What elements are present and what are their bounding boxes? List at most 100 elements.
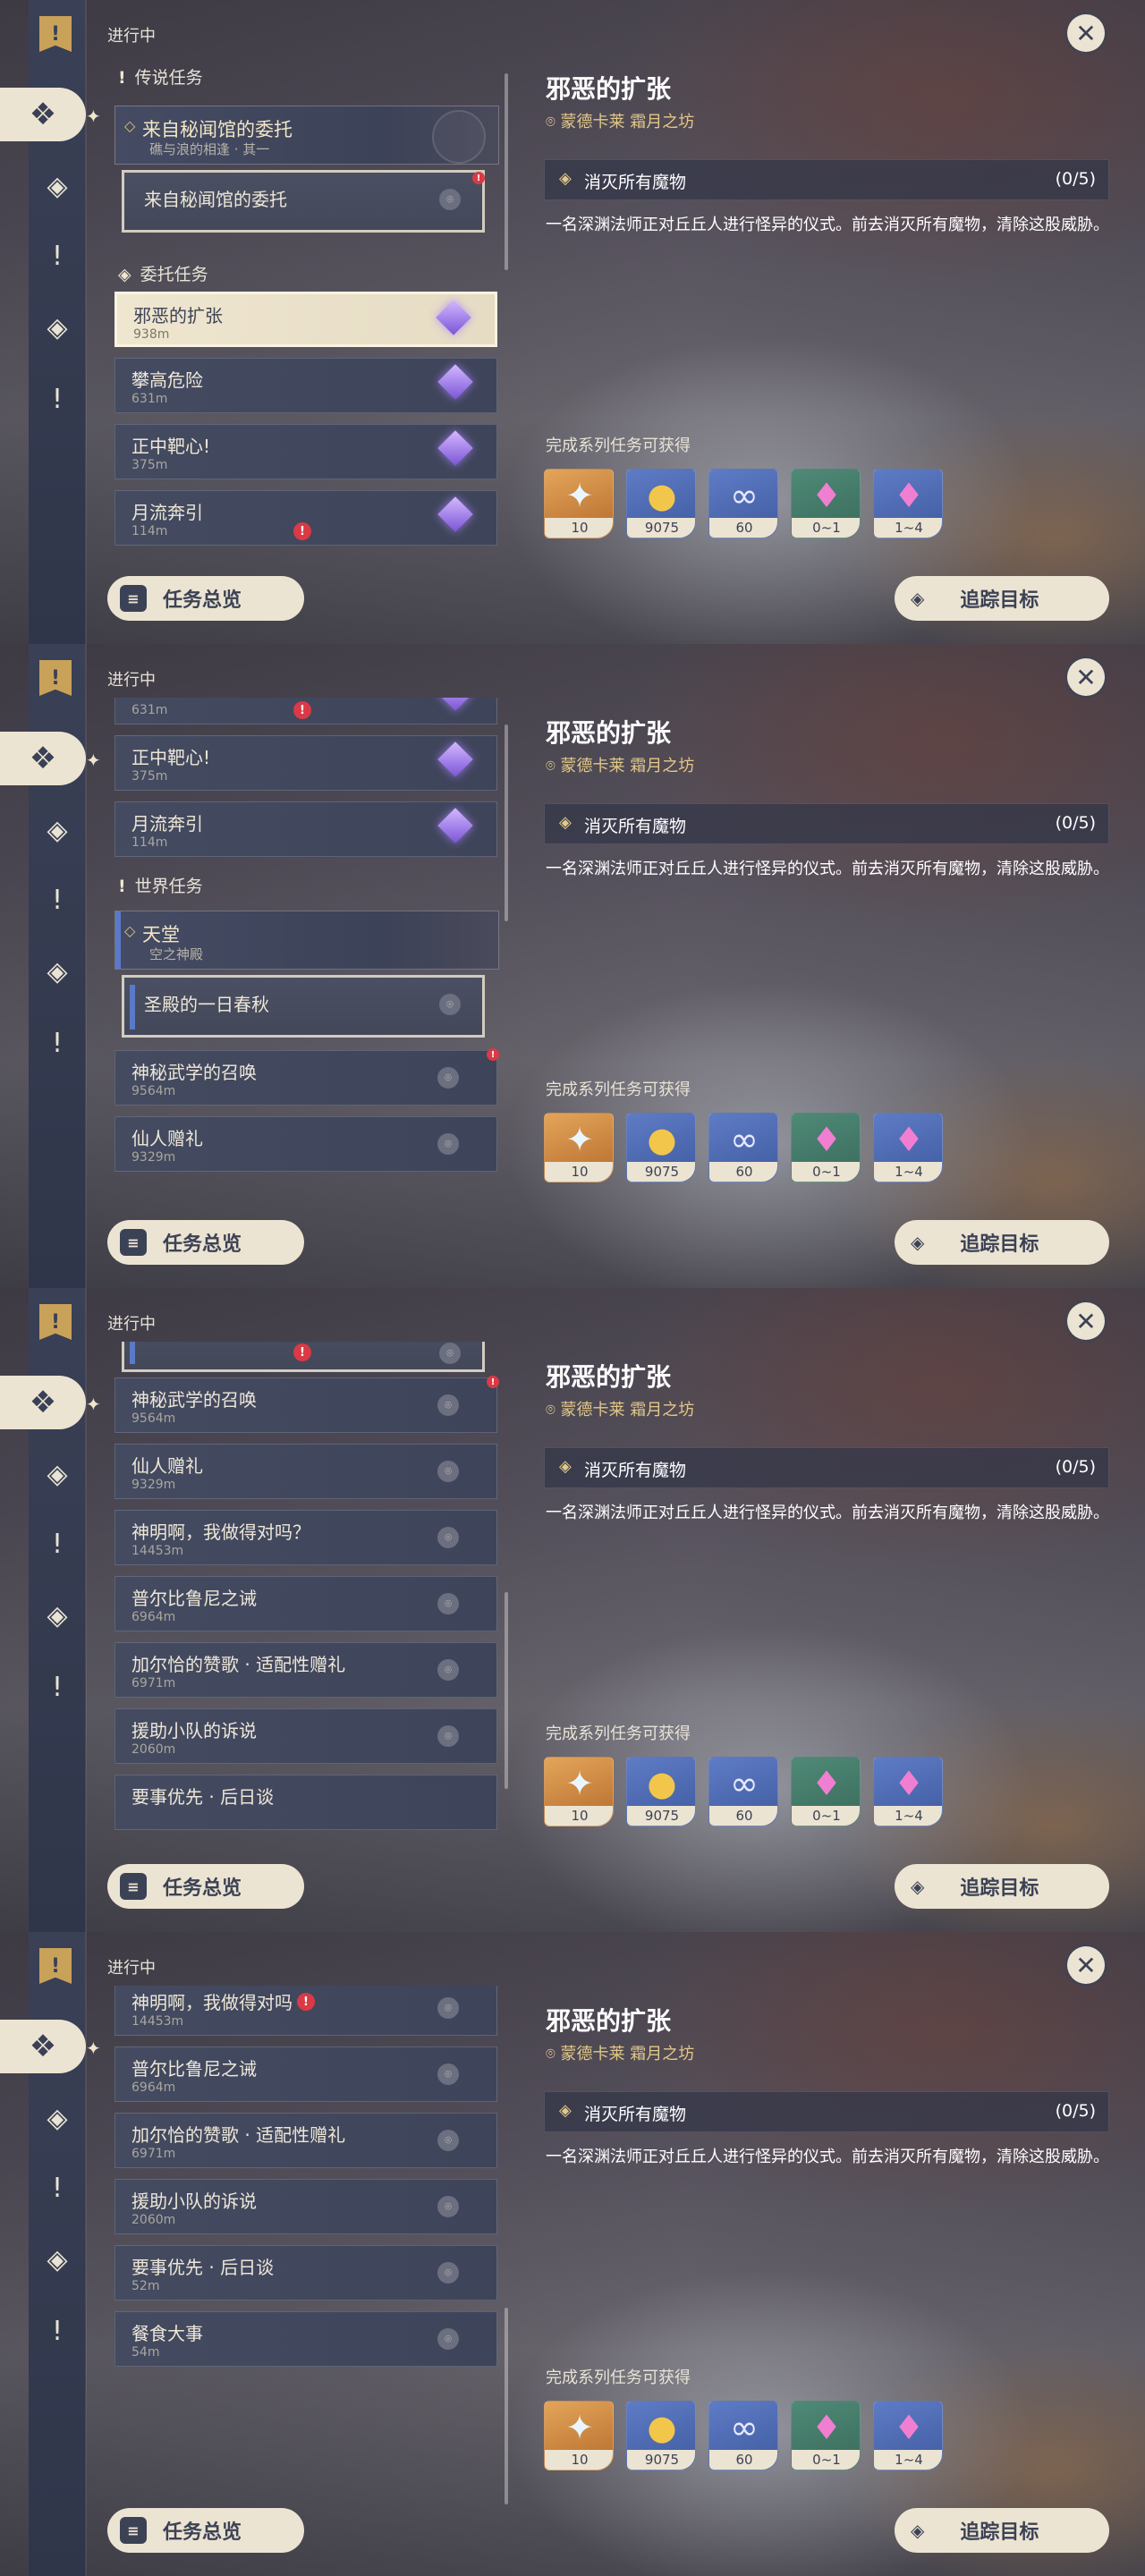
commission-diamond-icon [437, 496, 473, 532]
quest-overview-button[interactable]: ≡ 任务总览 [107, 576, 304, 621]
commission-quest-icon[interactable]: ◈ [38, 308, 77, 347]
world-quest-icon[interactable]: ! [38, 379, 77, 419]
quest-overview-button[interactable]: ≡ 任务总览 [107, 1864, 304, 1909]
quest-card[interactable]: 普尔比鲁尼之诫 6964m ⌾ [114, 1576, 497, 1631]
legend-quest-icon[interactable]: ! [38, 880, 77, 919]
quest-card[interactable]: 加尔恰的赞歌 · 适配性赠礼 6971m ⌾ [114, 2113, 497, 2168]
reward-primogem[interactable]: ✦ 10 [544, 469, 614, 538]
world-sub-quest[interactable]: 圣殿的一日春秋 ⌾ [122, 975, 485, 1038]
primogem-icon: ✦ [565, 476, 594, 515]
all-quests-icon[interactable]: ❖ [0, 732, 86, 785]
quest-card[interactable]: 仙人赠礼 9329m ⌾ [114, 1116, 497, 1172]
legend-sub-quest[interactable]: 来自秘闻馆的委托 ⌾ [122, 170, 485, 233]
quest-list[interactable]: ⌾ ! 神秘武学的召唤 9564m ⌾ ! 仙人赠礼 9329m ⌾ 神明啊，我… [107, 1342, 505, 1839]
quest-card-selected[interactable]: 邪恶的扩张 938m [114, 292, 497, 347]
scrollbar[interactable] [505, 1592, 508, 1789]
archon-quest-icon[interactable]: ◈ [38, 1454, 77, 1494]
quest-title: 正中靶心! [131, 436, 211, 457]
quest-title: 餐食大事 [131, 2323, 203, 2344]
quest-card[interactable]: 神明啊，我做得对吗？ 14453m ⌾ [114, 1510, 497, 1565]
detail-description: 一名深渊法师正对丘丘人进行怪异的仪式。前去消灭所有魔物，清除这股威胁。 [546, 1504, 1109, 1522]
quest-screen-panel-3: ! ❖ ✦ ◈ ! ◈ ! 进行中 ⌾ ! 神秘武学的召唤 9564m ⌾ ! … [0, 1288, 1145, 1932]
world-quest-icon[interactable]: ! [38, 1023, 77, 1063]
location-pin-icon: ⌾ [437, 1659, 459, 1681]
legend-quest-group[interactable]: ◇ 来自秘闻馆的委托 礁与浪的相逢 · 其一 [114, 106, 499, 165]
crystal-cluster-icon: ♦ [893, 1764, 925, 1803]
reward-crystal-cluster[interactable]: ♦ 1~4 [873, 1757, 943, 1826]
all-quests-icon[interactable]: ❖ [0, 88, 86, 141]
reward-count: 10 [545, 1162, 613, 1182]
quest-list[interactable]: 神明啊，我做得对吗 14453m ⌾ ! 普尔比鲁尼之诫 6964m ⌾ 加尔恰… [107, 1986, 505, 2483]
reward-fate[interactable]: ∞ 60 [708, 1113, 778, 1182]
quest-card[interactable]: 加尔恰的赞歌 · 适配性赠礼 6971m ⌾ [114, 1642, 497, 1698]
quest-card[interactable]: 普尔比鲁尼之诫 6964m ⌾ [114, 2046, 497, 2102]
reward-mora[interactable]: ● 9075 [626, 2401, 696, 2470]
scrollbar[interactable] [505, 73, 508, 270]
reward-count: 1~4 [874, 1162, 942, 1182]
scrollbar[interactable] [505, 724, 508, 921]
intertwined-fate-icon: ∞ [730, 1120, 759, 1159]
quest-title: 月流奔引 [131, 502, 203, 523]
reward-crystal-chunk[interactable]: ♦ 0~1 [791, 1757, 861, 1826]
quest-card[interactable]: 正中靶心! 375m [114, 424, 497, 479]
archon-quest-icon[interactable]: ◈ [38, 810, 77, 850]
quest-card[interactable]: 餐食大事 54m ⌾ [114, 2311, 497, 2367]
quest-card[interactable]: 正中靶心! 375m [114, 735, 497, 791]
alert-badge-icon: ! [297, 1993, 315, 2011]
quest-overview-button[interactable]: ≡ 任务总览 [107, 1220, 304, 1265]
reward-fate[interactable]: ∞ 60 [708, 469, 778, 538]
detail-description: 一名深渊法师正对丘丘人进行怪异的仪式。前去消灭所有魔物，清除这股威胁。 [546, 2148, 1109, 2166]
reward-crystal-chunk[interactable]: ♦ 0~1 [791, 1113, 861, 1182]
reward-mora[interactable]: ● 9075 [626, 1113, 696, 1182]
commission-quest-icon[interactable]: ◈ [38, 1596, 77, 1635]
legend-quest-icon[interactable]: ! [38, 1524, 77, 1563]
commission-quest-icon[interactable]: ◈ [38, 2240, 77, 2279]
reward-primogem[interactable]: ✦ 10 [544, 1757, 614, 1826]
reward-count: 1~4 [874, 2450, 942, 2470]
detail-location: ⌾ 蒙德卡莱 霜月之坊 [546, 2045, 695, 2063]
all-quests-icon[interactable]: ❖ [0, 1376, 86, 1429]
quest-card[interactable]: 仙人赠礼 9329m ⌾ [114, 1444, 497, 1499]
quest-screen-panel-1: ! ❖ ✦ ◈ ! ◈ ! 进行中 ! 传说任务 ◇ 来自秘闻馆的委托 礁与浪的相… [0, 0, 1145, 644]
quest-card[interactable]: 要事优先 · 后日谈 52m ⌾ [114, 2245, 497, 2301]
quest-card[interactable]: 要事优先 · 后日谈 [114, 1775, 497, 1830]
legend-quest-icon[interactable]: ! [38, 2168, 77, 2207]
legend-quest-icon[interactable]: ! [38, 236, 77, 275]
reward-fate[interactable]: ∞ 60 [708, 1757, 778, 1826]
quest-card[interactable]: 援助小队的诉说 2060m ⌾ [114, 2179, 497, 2234]
quest-card[interactable]: 援助小队的诉说 2060m ⌾ [114, 1708, 497, 1764]
quest-card[interactable]: 神秘武学的召唤 9564m ⌾ [114, 1050, 497, 1106]
commission-quest-icon[interactable]: ◈ [38, 952, 77, 991]
world-quest-icon[interactable]: ! [38, 2311, 77, 2351]
scrollbar[interactable] [505, 2308, 508, 2504]
quest-card[interactable]: 攀高危险 631m [114, 358, 497, 413]
quest-list[interactable]: 631m ! 正中靶心! 375m 月流奔引 114m ! 世界任务 ◇ 天堂 空… [107, 698, 505, 1195]
mora-icon: ● [647, 476, 677, 515]
quest-list[interactable]: ! 传说任务 ◇ 来自秘闻馆的委托 礁与浪的相逢 · 其一 来自秘闻馆的委托 ⌾ … [107, 54, 505, 551]
rewards-title: 完成系列任务可获得 [546, 1080, 691, 1099]
reward-mora[interactable]: ● 9075 [626, 1757, 696, 1826]
reward-primogem[interactable]: ✦ 10 [544, 1113, 614, 1182]
reward-crystal-cluster[interactable]: ♦ 1~4 [873, 1113, 943, 1182]
objective-row: ◈ 消灭所有魔物 (0/5) [544, 2091, 1109, 2132]
quest-card[interactable]: 月流奔引 114m [114, 801, 497, 857]
reward-primogem[interactable]: ✦ 10 [544, 2401, 614, 2470]
archon-quest-icon[interactable]: ◈ [38, 2098, 77, 2138]
sub-quest-bar [130, 985, 135, 1030]
quest-card[interactable]: 神秘武学的召唤 9564m ⌾ [114, 1377, 497, 1433]
reward-crystal-cluster[interactable]: ♦ 1~4 [873, 2401, 943, 2470]
world-quest-icon[interactable]: ! [38, 1667, 77, 1707]
reward-count: 9075 [627, 2450, 695, 2470]
ongoing-label: 进行中 [107, 1315, 156, 1334]
reward-count: 9075 [627, 1806, 695, 1826]
reward-crystal-chunk[interactable]: ♦ 0~1 [791, 469, 861, 538]
quest-overview-button[interactable]: ≡ 任务总览 [107, 2508, 304, 2553]
reward-mora[interactable]: ● 9075 [626, 469, 696, 538]
reward-crystal-cluster[interactable]: ♦ 1~4 [873, 469, 943, 538]
reward-fate[interactable]: ∞ 60 [708, 2401, 778, 2470]
world-quest-group[interactable]: ◇ 天堂 空之神殿 [114, 911, 499, 970]
all-quests-icon[interactable]: ❖ [0, 2020, 86, 2073]
reward-crystal-chunk[interactable]: ♦ 0~1 [791, 2401, 861, 2470]
objective-diamond-icon: ◈ [559, 813, 572, 832]
archon-quest-icon[interactable]: ◈ [38, 166, 77, 206]
